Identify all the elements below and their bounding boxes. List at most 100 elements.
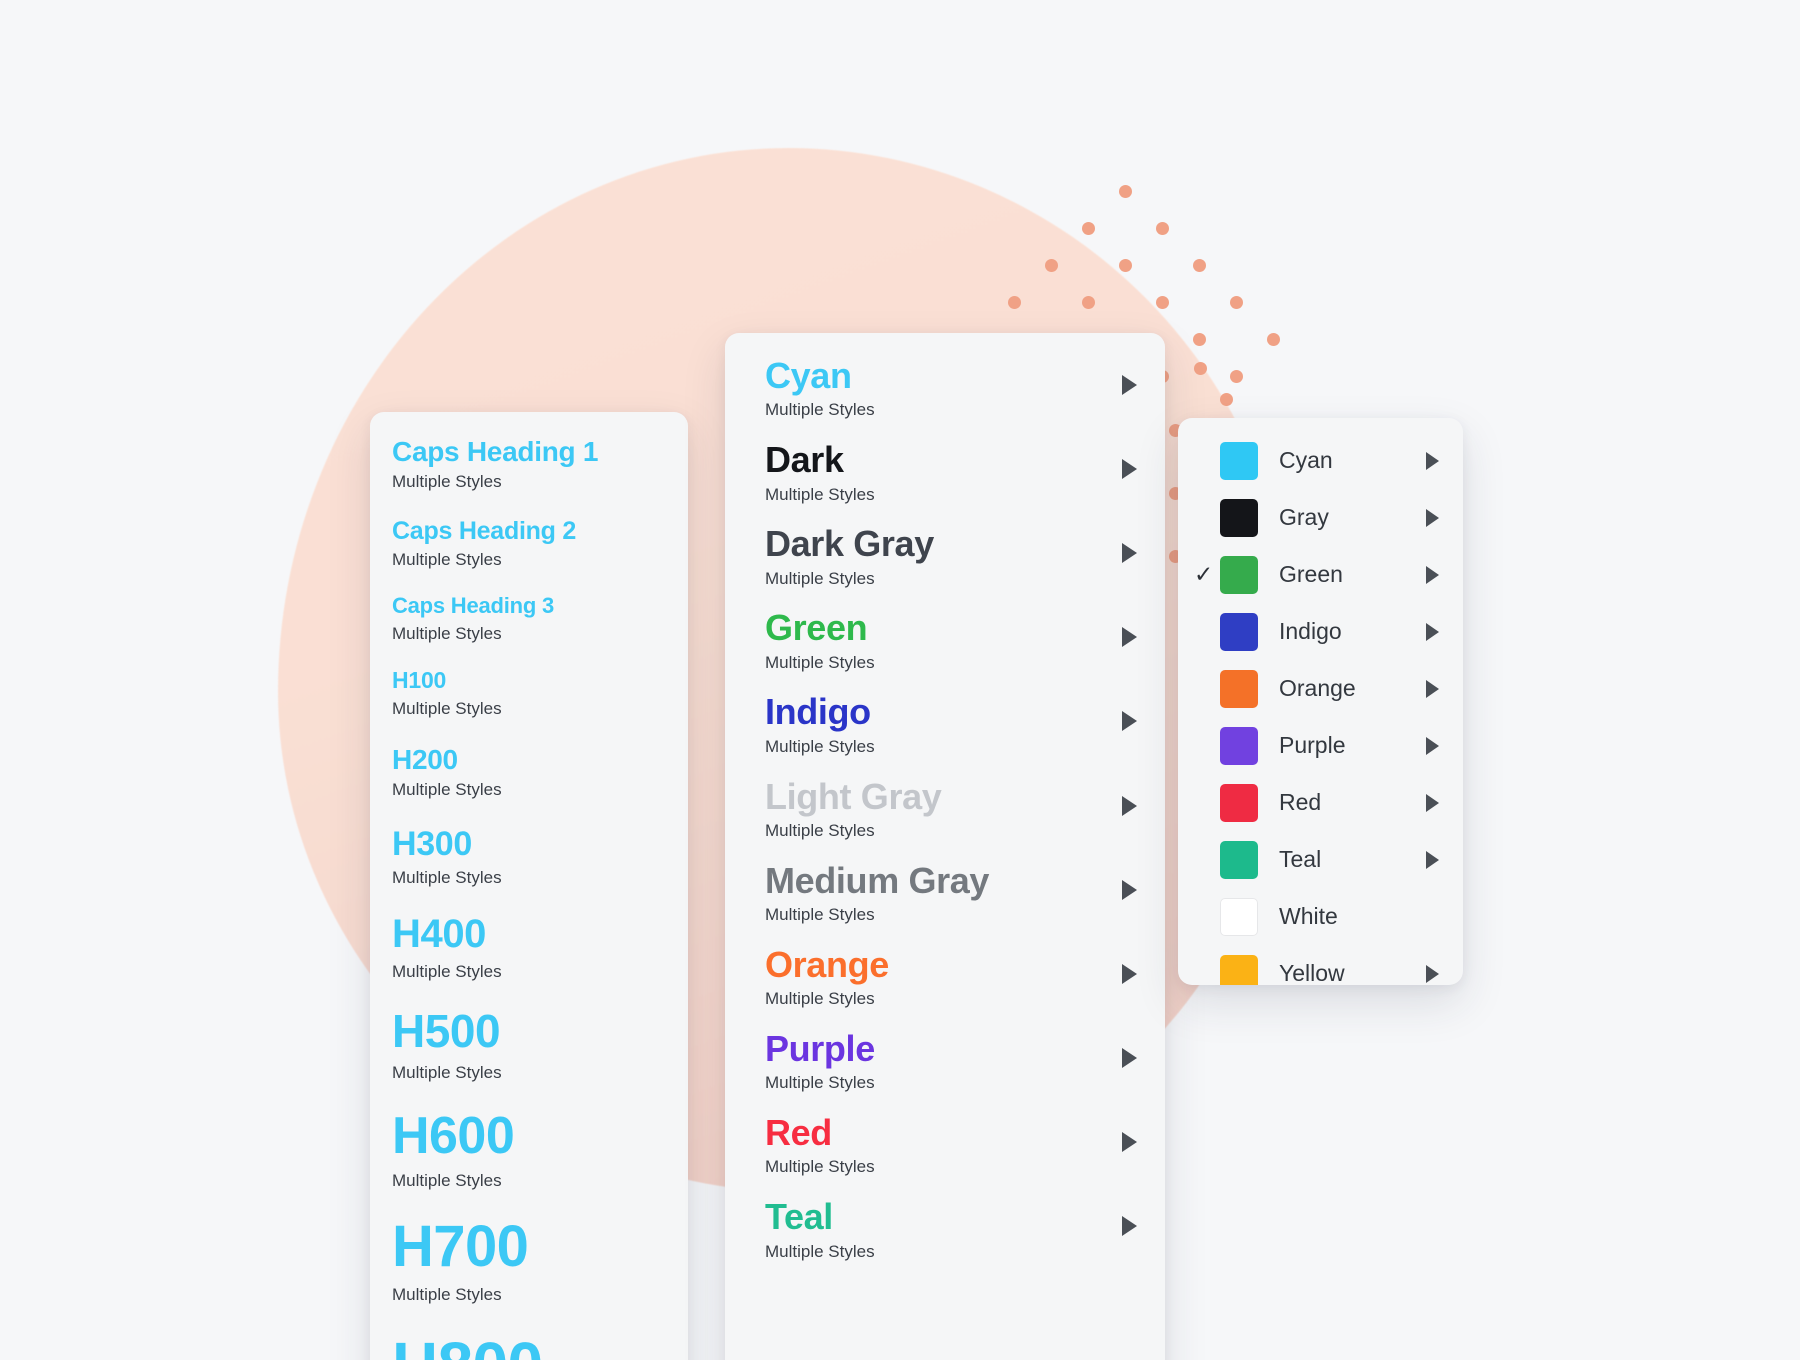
swatch-menu-item[interactable]: White (1178, 888, 1463, 945)
text-style-row[interactable]: H300 Multiple Styles (370, 825, 688, 891)
submenu-arrow-icon[interactable] (1122, 1131, 1137, 1152)
text-style-subtitle: Multiple Styles (392, 867, 502, 887)
text-style-title: H600 (392, 1107, 515, 1166)
submenu-arrow-icon[interactable] (1122, 543, 1137, 564)
color-style-row[interactable]: Green Multiple Styles (725, 607, 1165, 675)
submenu-arrow-icon[interactable] (1122, 879, 1137, 900)
text-style-title: H400 (392, 912, 487, 957)
decorative-dot (1082, 222, 1095, 235)
text-style-subtitle: Multiple Styles (392, 961, 502, 981)
text-style-row[interactable]: Caps Heading 2 Multiple Styles (370, 517, 688, 573)
color-style-label: Orange (765, 943, 889, 985)
decorative-dot (1156, 222, 1169, 235)
swatch-menu-item[interactable]: Orange (1178, 660, 1463, 717)
swatch-menu-item[interactable]: Gray (1178, 489, 1463, 546)
decorative-dot (1156, 296, 1169, 309)
text-style-title: H200 (392, 743, 458, 775)
color-style-row[interactable]: Purple Multiple Styles (725, 1028, 1165, 1096)
submenu-arrow-icon[interactable] (1426, 508, 1439, 527)
text-style-subtitle: Multiple Styles (392, 780, 502, 800)
submenu-arrow-icon[interactable] (1426, 964, 1439, 983)
decorative-dot (1119, 259, 1132, 272)
text-style-row[interactable]: H200 Multiple Styles (370, 744, 688, 803)
color-style-row[interactable]: Light Gray Multiple Styles (725, 776, 1165, 844)
color-style-row[interactable]: Dark Gray Multiple Styles (725, 523, 1165, 591)
color-style-subtitle: Multiple Styles (765, 400, 875, 420)
color-styles-menu[interactable]: Cyan Multiple Styles Dark Multiple Styles Da… (725, 333, 1165, 1360)
submenu-arrow-icon[interactable] (1426, 793, 1439, 812)
decorative-dot (1119, 185, 1132, 198)
submenu-arrow-icon[interactable] (1122, 711, 1137, 732)
swatch-menu-item[interactable]: Red (1178, 774, 1463, 831)
color-swatch-chip (1220, 612, 1258, 651)
swatch-label: Yellow (1279, 960, 1345, 985)
color-style-row[interactable]: Dark Multiple Styles (725, 439, 1165, 507)
submenu-arrow-icon[interactable] (1122, 375, 1137, 395)
color-style-label: Medium Gray (765, 859, 990, 901)
text-style-row[interactable]: H100 Multiple Styles (370, 668, 688, 721)
check-icon: ✓ (1194, 561, 1214, 587)
swatch-menu-item[interactable]: Yellow (1178, 945, 1463, 985)
swatch-menu-item[interactable]: ✓ Green (1178, 546, 1463, 603)
decorative-dot (1230, 296, 1243, 309)
swatch-label: White (1279, 903, 1338, 929)
color-style-row[interactable]: Cyan Multiple Styles (725, 355, 1165, 423)
submenu-arrow-icon[interactable] (1122, 1216, 1137, 1237)
submenu-arrow-icon[interactable] (1122, 459, 1137, 480)
text-style-subtitle: Multiple Styles (392, 1062, 502, 1082)
color-swatch-chip (1220, 441, 1258, 480)
decorative-dot (1230, 370, 1243, 383)
color-style-row[interactable]: Teal Multiple Styles (725, 1196, 1165, 1264)
swatch-menu-item[interactable]: Cyan (1178, 432, 1463, 489)
color-swatch-chip (1220, 783, 1258, 822)
text-style-title: Caps Heading 1 (392, 436, 599, 467)
swatch-menu-item[interactable]: Teal (1178, 831, 1463, 888)
text-style-row[interactable]: H700 Multiple Styles (370, 1214, 688, 1307)
text-style-subtitle: Multiple Styles (392, 699, 502, 719)
swatch-menu-item[interactable]: Indigo (1178, 603, 1463, 660)
text-style-title: Caps Heading 2 (392, 516, 577, 545)
text-style-row[interactable]: Caps Heading 3 Multiple Styles (370, 594, 688, 646)
text-style-subtitle: Multiple Styles (392, 1285, 502, 1305)
color-swatch-menu[interactable]: Cyan Gray ✓ Green Indigo Orange Purple Red Teal W… (1178, 418, 1463, 985)
swatch-menu-item[interactable]: Purple (1178, 717, 1463, 774)
color-style-row[interactable]: Medium Gray Multiple Styles (725, 860, 1165, 928)
submenu-arrow-icon[interactable] (1426, 565, 1439, 584)
swatch-label: Red (1279, 789, 1322, 815)
color-style-subtitle: Multiple Styles (765, 568, 875, 588)
color-style-subtitle: Multiple Styles (765, 989, 875, 1009)
color-swatch-chip (1220, 498, 1258, 537)
color-style-subtitle: Multiple Styles (765, 1241, 875, 1261)
color-style-row[interactable]: Indigo Multiple Styles (725, 691, 1165, 759)
color-style-subtitle: Multiple Styles (765, 821, 875, 841)
color-style-label: Green (765, 607, 868, 649)
color-style-label: Teal (765, 1196, 833, 1238)
submenu-arrow-icon[interactable] (1122, 1047, 1137, 1068)
decorative-dot (1193, 333, 1206, 346)
color-style-label: Dark Gray (765, 523, 934, 565)
color-style-row[interactable]: Orange Multiple Styles (725, 944, 1165, 1012)
text-style-row[interactable]: H800Multiple Styles (370, 1329, 688, 1360)
submenu-arrow-icon[interactable] (1426, 679, 1439, 698)
swatch-label: Gray (1279, 504, 1329, 530)
submenu-arrow-icon[interactable] (1426, 850, 1439, 869)
text-style-row[interactable]: H600 Multiple Styles (370, 1107, 688, 1193)
color-style-row[interactable]: Red Multiple Styles (725, 1112, 1165, 1180)
submenu-arrow-icon[interactable] (1426, 451, 1439, 470)
text-style-subtitle: Multiple Styles (392, 623, 502, 643)
text-style-row[interactable]: H400 Multiple Styles (370, 912, 688, 984)
color-swatch-chip (1220, 669, 1258, 708)
color-swatch-chip (1220, 726, 1258, 765)
swatch-label: Cyan (1279, 447, 1333, 473)
submenu-arrow-icon[interactable] (1426, 622, 1439, 641)
submenu-arrow-icon[interactable] (1426, 736, 1439, 755)
submenu-arrow-icon[interactable] (1122, 627, 1137, 648)
text-style-row[interactable]: H500 Multiple Styles (370, 1006, 688, 1085)
swatch-label: Purple (1279, 732, 1346, 758)
submenu-arrow-icon[interactable] (1122, 963, 1137, 984)
text-style-title: H800 (392, 1329, 666, 1360)
text-styles-panel[interactable]: Caps Heading 1 Multiple Styles Caps Headin… (370, 412, 688, 1360)
submenu-arrow-icon[interactable] (1122, 795, 1137, 816)
color-style-label: Dark (765, 439, 844, 481)
text-style-row[interactable]: Caps Heading 1 Multiple Styles (370, 436, 688, 495)
